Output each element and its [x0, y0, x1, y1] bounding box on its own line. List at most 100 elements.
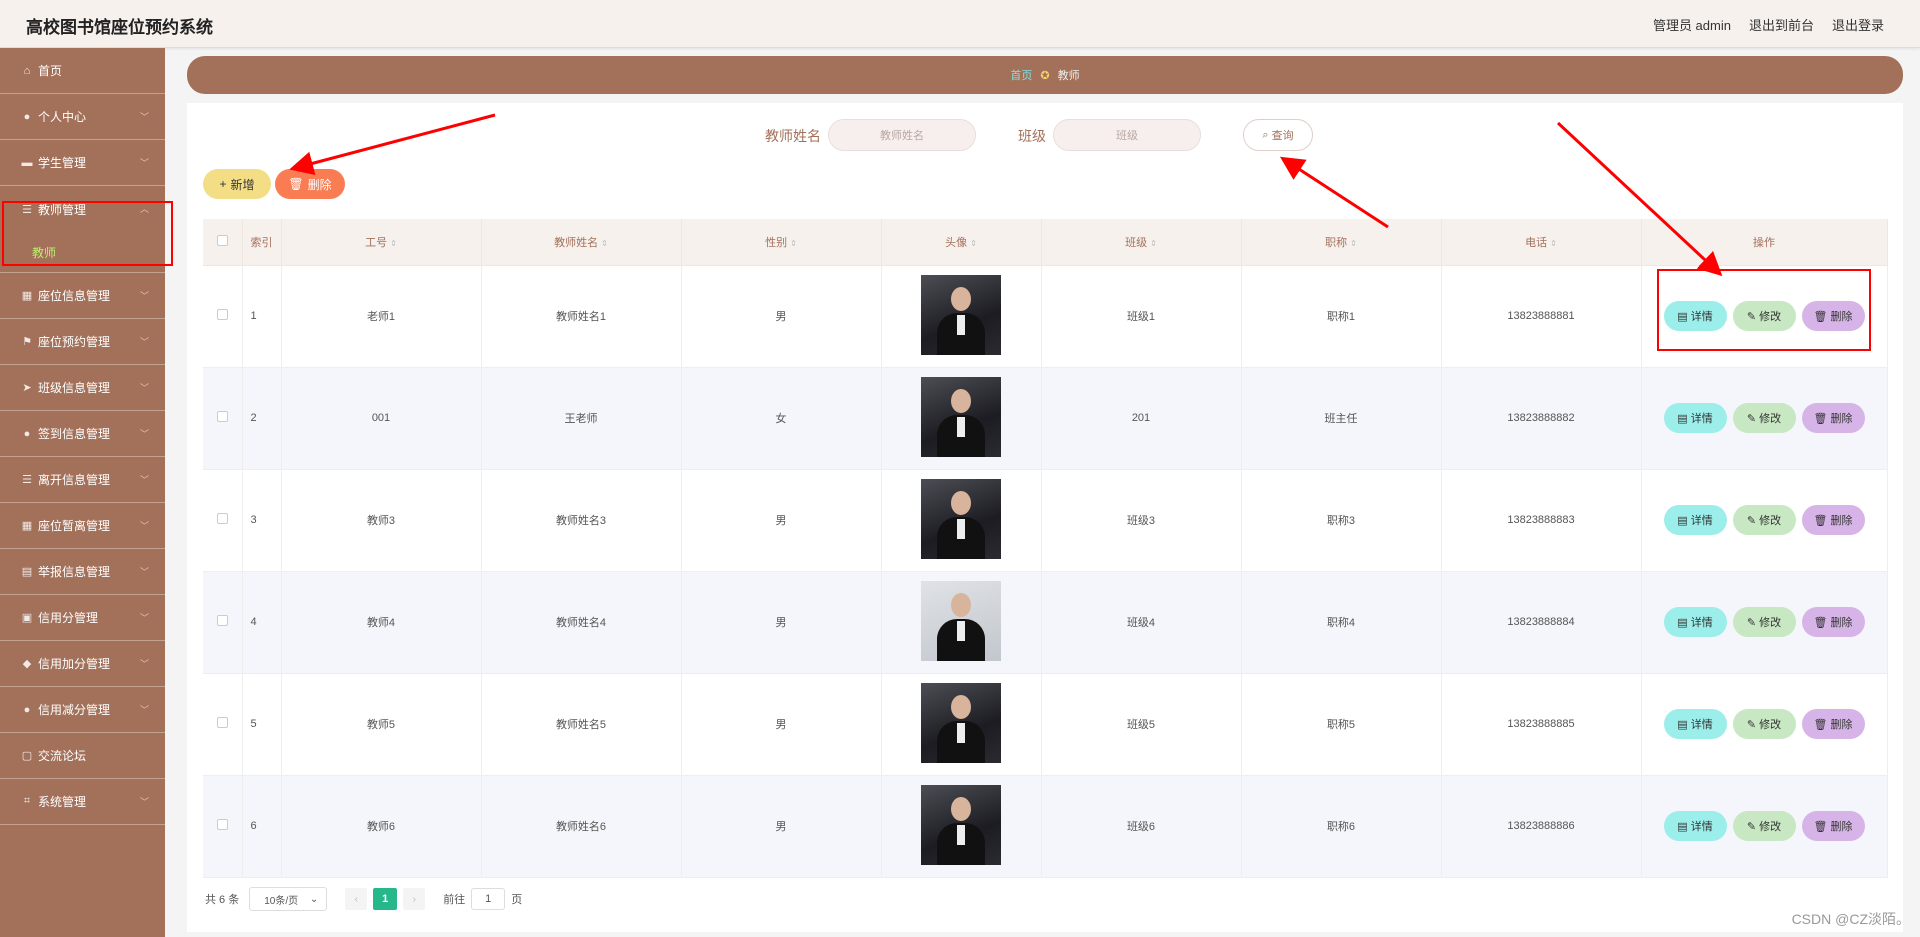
avatar-image — [921, 682, 1001, 763]
col-name[interactable]: 教师姓名 ⇕ — [481, 219, 682, 266]
cell-title: 职称4 — [1241, 571, 1442, 674]
edit-button[interactable]: ✎ 修改 — [1732, 505, 1796, 535]
chevron-down-icon: ⌄ — [309, 893, 319, 905]
row-checkbox[interactable] — [203, 775, 243, 878]
next-page-button[interactable]: › — [403, 888, 426, 910]
sidebar-item-1[interactable]: ● 个人中心 ﹀ — [0, 94, 165, 140]
crop-icon: ⌗ — [23, 795, 31, 807]
query-button[interactable]: ⌕ 查询 — [1243, 119, 1313, 151]
avatar-image — [921, 784, 1001, 865]
card-icon: ▣ — [21, 612, 33, 624]
batch-delete-button[interactable]: 🗑 删除 — [275, 169, 345, 199]
sidebar-item-9[interactable]: ▦ 座位暂离管理 ﹀ — [0, 503, 165, 549]
annotation-box-teacher-menu — [2, 201, 173, 266]
cell-actions: ▤ 详情 ✎ 修改 🗑 删除 — [1641, 673, 1888, 776]
add-button[interactable]: + 新增 — [203, 169, 271, 199]
chevron-down-icon: ﹀ — [139, 429, 149, 439]
goto-page-input[interactable]: 1 — [471, 888, 506, 910]
sidebar-item-label: 签到信息管理 — [38, 427, 111, 441]
sidebar-item-6[interactable]: ➤ 班级信息管理 ﹀ — [0, 365, 165, 411]
table-icon: ▦ — [21, 520, 33, 532]
watermark: CSDN @CZ淡陌。 — [1791, 911, 1910, 927]
prev-page-button[interactable]: ‹ — [345, 888, 368, 910]
admin-user-label[interactable]: 管理员 admin — [1653, 15, 1731, 34]
cell-name: 教师姓名6 — [481, 775, 682, 878]
page-number-current[interactable]: 1 — [373, 888, 398, 910]
row-checkbox[interactable] — [203, 367, 243, 470]
cell-avatar — [881, 265, 1042, 368]
select-all-checkbox[interactable] — [203, 219, 243, 266]
table-icon: ▦ — [21, 290, 33, 302]
delete-button[interactable]: 🗑 删除 — [1801, 403, 1865, 433]
sidebar-item-11[interactable]: ▣ 信用分管理 ﹀ — [0, 595, 165, 641]
cell-title: 职称3 — [1241, 469, 1442, 572]
teacher-name-input[interactable]: 教师姓名 — [828, 119, 976, 151]
exit-to-front-link[interactable]: 退出到前台 — [1749, 15, 1814, 34]
row-checkbox[interactable] — [203, 673, 243, 776]
cell-actions: ▤ 详情 ✎ 修改 🗑 删除 — [1641, 367, 1888, 470]
row-checkbox[interactable] — [203, 265, 243, 368]
sidebar-item-label: 学生管理 — [38, 156, 87, 170]
col-gender[interactable]: 性别 ⇕ — [681, 219, 882, 266]
col-phone[interactable]: 电话 ⇕ — [1441, 219, 1642, 266]
trash-icon: 🗑 — [1813, 820, 1828, 833]
sidebar-item-10[interactable]: ▤ 举报信息管理 ﹀ — [0, 549, 165, 595]
detail-button[interactable]: ▤ 详情 — [1663, 607, 1727, 637]
sidebar-item-8[interactable]: ☰ 离开信息管理 ﹀ — [0, 457, 165, 503]
class-input[interactable]: 班级 — [1053, 119, 1201, 151]
row-checkbox[interactable] — [203, 469, 243, 572]
delete-button-label: 删除 — [1830, 413, 1853, 425]
col-title[interactable]: 职称 ⇕ — [1241, 219, 1442, 266]
edit-button[interactable]: ✎ 修改 — [1732, 403, 1796, 433]
edit-button[interactable]: ✎ 修改 — [1732, 607, 1796, 637]
delete-button[interactable]: 🗑 删除 — [1801, 811, 1865, 841]
delete-button[interactable]: 🗑 删除 — [1801, 505, 1865, 535]
detail-button[interactable]: ▤ 详情 — [1663, 403, 1727, 433]
sort-icon: ⇕ — [970, 238, 977, 248]
chevron-down-icon: ﹀ — [139, 383, 149, 393]
cell-avatar — [881, 775, 1042, 878]
table-row: 4 教师4 教师姓名4 男班级4 职称4 13823888884 ▤ 详情 ✎ 修改 🗑 删除 — [203, 571, 1888, 674]
edit-button-label: 修改 — [1759, 821, 1782, 833]
pencil-icon: ✎ — [1746, 616, 1757, 629]
logout-link[interactable]: 退出登录 — [1832, 15, 1884, 34]
detail-button[interactable]: ▤ 详情 — [1663, 811, 1727, 841]
col-class[interactable]: 班级 ⇕ — [1041, 219, 1242, 266]
edit-button[interactable]: ✎ 修改 — [1732, 709, 1796, 739]
sidebar-item-label: 信用分管理 — [38, 611, 99, 625]
sidebar-item-12[interactable]: ◆ 信用加分管理 ﹀ — [0, 641, 165, 687]
cell-phone: 13823888884 — [1441, 571, 1642, 674]
col-id[interactable]: 工号 ⇕ — [281, 219, 482, 266]
delete-button[interactable]: 🗑 删除 — [1801, 709, 1865, 739]
sidebar-item-0[interactable]: ⌂ 首页 — [0, 48, 165, 94]
breadcrumb-home[interactable]: 首页 — [1010, 67, 1032, 83]
sidebar-item-label: 座位预约管理 — [38, 335, 111, 349]
row-checkbox[interactable] — [203, 571, 243, 674]
detail-button[interactable]: ▤ 详情 — [1663, 709, 1727, 739]
user-icon: ● — [23, 427, 31, 440]
col-avatar[interactable]: 头像 ⇕ — [881, 219, 1042, 266]
delete-button[interactable]: 🗑 删除 — [1801, 607, 1865, 637]
cell-phone: 13823888886 — [1441, 775, 1642, 878]
detail-button[interactable]: ▤ 详情 — [1663, 505, 1727, 535]
sidebar-item-5[interactable]: ⚑ 座位预约管理 ﹀ — [0, 319, 165, 365]
page-size-select[interactable]: 10条/页 ⌄ — [249, 887, 328, 911]
trash-icon: 🗑 — [1813, 514, 1828, 527]
sidebar-item-15[interactable]: ⌗ 系统管理 ﹀ — [0, 779, 165, 825]
sidebar-item-13[interactable]: ● 信用减分管理 ﹀ — [0, 687, 165, 733]
edit-button[interactable]: ✎ 修改 — [1732, 811, 1796, 841]
cell-id: 001 — [281, 367, 482, 470]
sidebar-item-4[interactable]: ▦ 座位信息管理 ﹀ — [0, 273, 165, 319]
teacher-table: 索引 工号 ⇕ 教师姓名 ⇕ 性别 ⇕ 头像 ⇕ 班级 ⇕ 职称 ⇕ 电话 ⇕ 操作 1 老师1… — [203, 219, 1888, 878]
cell-title: 职称5 — [1241, 673, 1442, 776]
sidebar-item-14[interactable]: ▢ 交流论坛 — [0, 733, 165, 779]
sidebar-item-7[interactable]: ● 签到信息管理 ﹀ — [0, 411, 165, 457]
chevron-down-icon: ﹀ — [139, 291, 149, 301]
cell-avatar — [881, 673, 1042, 776]
sidebar-item-2[interactable]: ▬ 学生管理 ﹀ — [0, 140, 165, 186]
goto-label: 前往 — [443, 894, 466, 906]
cell-index: 4 — [242, 571, 282, 674]
cell-title: 职称1 — [1241, 265, 1442, 368]
avatar-image — [921, 478, 1001, 559]
cell-phone: 13823888883 — [1441, 469, 1642, 572]
